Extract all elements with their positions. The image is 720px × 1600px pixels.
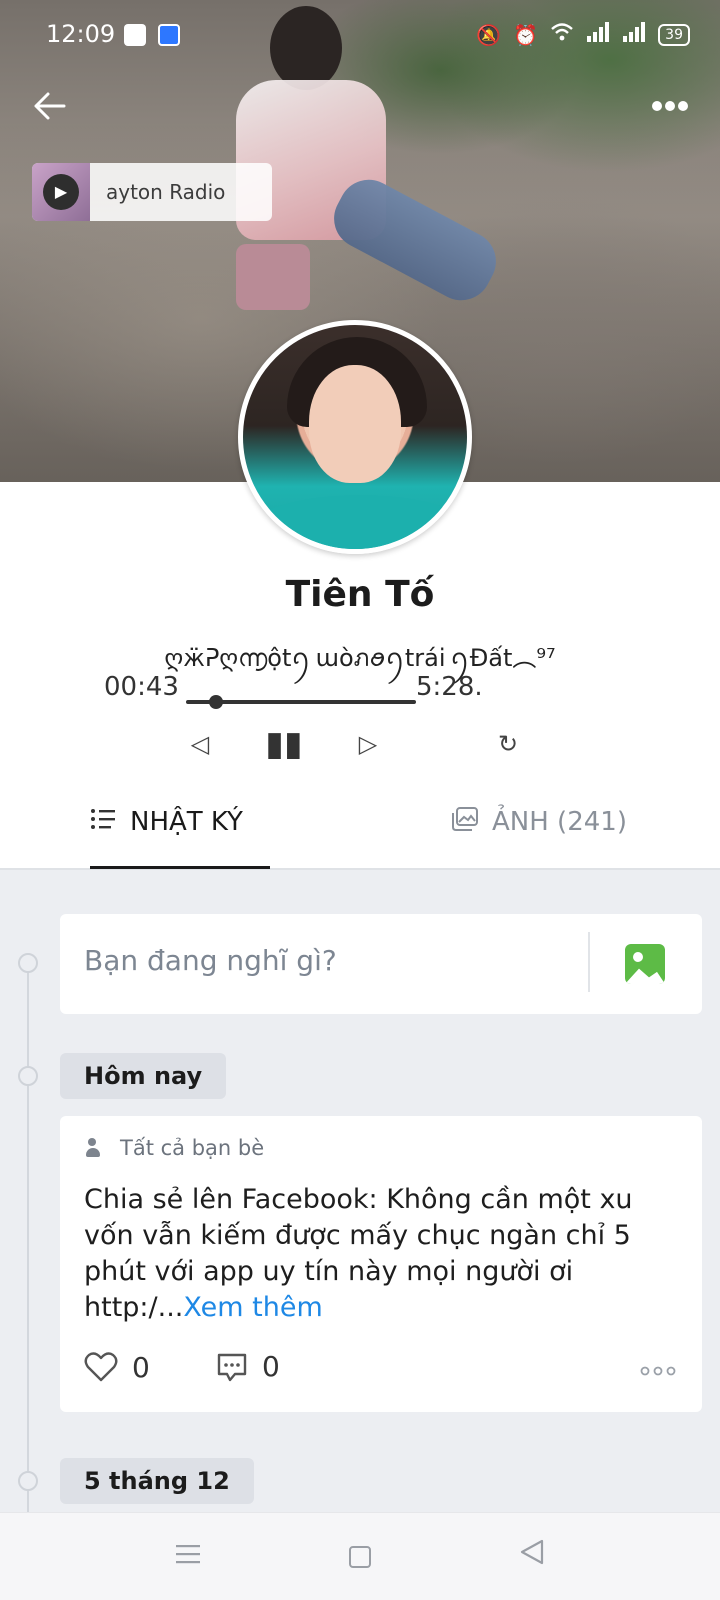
previous-icon[interactable]: ◁ bbox=[180, 724, 220, 764]
date-label-today: Hôm nay bbox=[60, 1053, 227, 1099]
radio-chip[interactable]: ▶ ayton Radio bbox=[32, 163, 272, 221]
tab-anh[interactable]: ẢNH (241) bbox=[452, 792, 627, 852]
signal-icon bbox=[586, 22, 610, 47]
privacy-label: Tất cả bạn bè bbox=[120, 1136, 265, 1160]
photo-icon[interactable] bbox=[625, 944, 665, 984]
more-dots-icon[interactable] bbox=[646, 92, 694, 122]
system-nav-bar bbox=[0, 1512, 720, 1600]
comment-icon bbox=[216, 1352, 248, 1382]
repeat-icon[interactable]: ↻ bbox=[488, 724, 528, 764]
post-privacy: Tất cả bạn bè bbox=[86, 1136, 264, 1160]
see-more-link[interactable]: Xem thêm bbox=[183, 1292, 322, 1323]
avatar-face bbox=[309, 365, 401, 483]
post-body: Chia sẻ lên Facebook: Không cần một xu v… bbox=[84, 1184, 633, 1323]
status-icons: 🔕 ⏰ 39 bbox=[476, 22, 690, 47]
avatar-shirt bbox=[243, 495, 467, 549]
timeline-dot bbox=[18, 1471, 38, 1491]
radio-thumbnail: ▶ bbox=[32, 163, 90, 221]
post-text[interactable]: Chia sẻ lên Facebook: Không cần một xu v… bbox=[84, 1182, 674, 1326]
active-tab-indicator bbox=[90, 866, 270, 869]
profile-name: Tiên Tố bbox=[285, 574, 435, 615]
post-actions: 0 0 bbox=[84, 1350, 684, 1394]
post-card[interactable]: Tất cả bạn bè Chia sẻ lên Facebook: Khôn… bbox=[60, 1116, 702, 1412]
pause-icon[interactable]: ▮▮ bbox=[264, 724, 304, 764]
friends-icon bbox=[86, 1138, 108, 1158]
date-label-dec5: 5 tháng 12 bbox=[60, 1458, 254, 1504]
back-arrow-icon[interactable] bbox=[30, 86, 78, 130]
timeline-dot bbox=[18, 1066, 38, 1086]
player-progress-bar[interactable] bbox=[186, 695, 416, 709]
play-icon[interactable]: ▶ bbox=[43, 174, 79, 210]
list-icon bbox=[90, 807, 116, 837]
sim-card-icon bbox=[124, 24, 146, 46]
next-icon[interactable]: ▷ bbox=[348, 724, 388, 764]
compose-input[interactable]: Bạn đang nghĩ gì? bbox=[84, 944, 337, 977]
radio-label: ayton Radio bbox=[106, 180, 226, 204]
comment-count: 0 bbox=[262, 1350, 280, 1383]
alarm-icon: ⏰ bbox=[513, 22, 539, 47]
tab-label: ẢNH (241) bbox=[492, 807, 627, 837]
status-time: 12:09 bbox=[46, 20, 116, 48]
signal-icon bbox=[622, 22, 646, 47]
back-triangle-icon[interactable] bbox=[508, 1533, 556, 1581]
profile-tabs: NHẬT KÝ ẢNH (241) bbox=[0, 784, 720, 870]
battery-indicator: 39 bbox=[658, 23, 690, 46]
compose-box[interactable]: Bạn đang nghĩ gì? bbox=[60, 914, 702, 1014]
player-elapsed: 00:43 bbox=[104, 672, 179, 702]
more-options-icon[interactable] bbox=[640, 1358, 676, 1383]
heart-icon bbox=[84, 1350, 118, 1384]
player-total: 5:28. bbox=[416, 672, 483, 702]
like-count: 0 bbox=[132, 1350, 150, 1384]
tab-label: NHẬT KÝ bbox=[130, 807, 243, 837]
home-icon[interactable] bbox=[336, 1533, 384, 1581]
cover-figure-bag bbox=[236, 244, 310, 310]
like-button[interactable]: 0 bbox=[84, 1350, 150, 1384]
avatar[interactable] bbox=[238, 320, 472, 554]
wifi-icon bbox=[550, 22, 574, 47]
hotspot-icon bbox=[158, 24, 180, 46]
player-progress-knob[interactable] bbox=[208, 695, 223, 709]
menu-icon[interactable] bbox=[164, 1533, 212, 1581]
comment-button[interactable]: 0 bbox=[216, 1350, 280, 1383]
status-bar: 12:09 🔕 ⏰ 39 bbox=[0, 0, 720, 70]
timeline-dot bbox=[18, 953, 38, 973]
photos-icon bbox=[452, 806, 478, 838]
tab-nhat-ky[interactable]: NHẬT KÝ bbox=[90, 792, 243, 852]
timeline-line bbox=[27, 960, 29, 1520]
mute-icon: 🔕 bbox=[476, 22, 502, 47]
compose-divider bbox=[588, 932, 590, 992]
